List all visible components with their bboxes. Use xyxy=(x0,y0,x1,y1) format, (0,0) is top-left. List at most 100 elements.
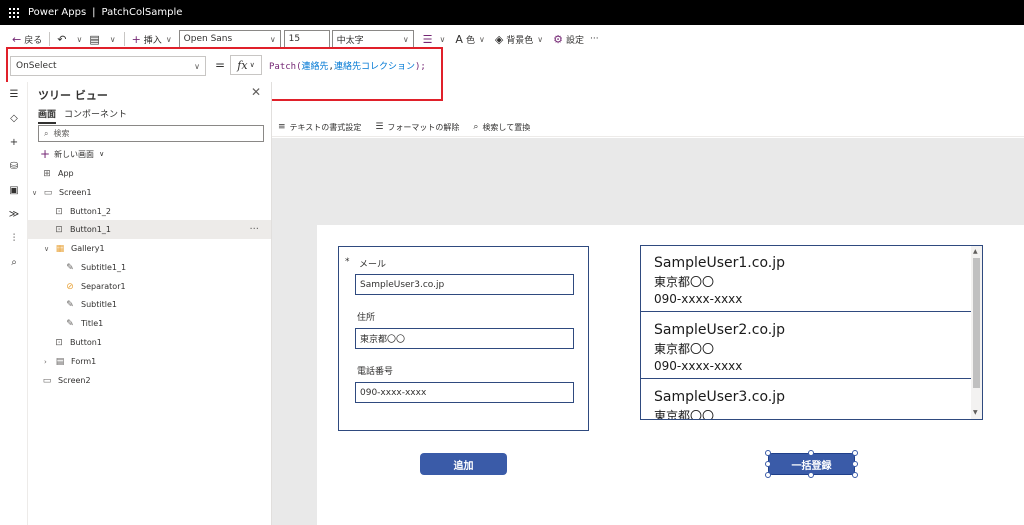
resize-handle[interactable] xyxy=(852,472,858,478)
back-button[interactable]: ← 戻る xyxy=(9,29,45,49)
search-icon[interactable]: ⌕ xyxy=(0,250,28,274)
form1[interactable]: * メール SampleUser3.co.jp 住所 東京都〇〇 電話番号 09… xyxy=(338,246,589,431)
scroll-up-icon[interactable]: ▲ xyxy=(973,248,978,255)
text-ribbon: ≡ テキストの書式設定 ☰ フォーマットの解除 ⌕ 検索して置換 xyxy=(272,118,1024,137)
new-screen-button[interactable]: + 新しい画面 ∨ xyxy=(40,147,104,161)
font-dropdown[interactable]: Open Sans ∨ xyxy=(178,29,281,49)
property-dropdown[interactable]: OnSelect ∨ xyxy=(10,56,206,76)
tree-item-subtitle1[interactable]: ✎ Subtitle1 xyxy=(28,295,271,314)
font-weight-value: 中太字 xyxy=(336,35,364,46)
power-automate-icon[interactable]: ≫ xyxy=(0,202,28,226)
media-icon[interactable]: ▣ xyxy=(0,178,28,202)
chevron-down-icon[interactable]: ∨ xyxy=(44,245,54,253)
tree-tabs: 画面 コンポーネント xyxy=(38,107,135,124)
gallery-icon: ▦ xyxy=(55,243,65,254)
scroll-down-icon[interactable]: ▼ xyxy=(973,409,978,416)
tree-item-app[interactable]: ⊞ App xyxy=(28,164,271,183)
app-launcher-icon[interactable] xyxy=(0,0,28,25)
tree-item-screen1[interactable]: ∨ ▭ Screen1 xyxy=(28,183,271,202)
tree-item-title1[interactable]: ✎ Title1 xyxy=(28,314,271,333)
gallery-item[interactable]: SampleUser1.co.jp 東京都〇〇 090-xxxx-xxxx xyxy=(641,246,972,312)
button-icon: ⊡ xyxy=(55,224,63,235)
resize-handle[interactable] xyxy=(765,472,771,478)
chevron-down-icon: ∨ xyxy=(537,34,544,44)
resize-handle[interactable] xyxy=(808,450,814,456)
app-name[interactable]: PatchColSample xyxy=(102,7,183,18)
separator-icon: ⊘ xyxy=(66,281,74,292)
resize-handle[interactable] xyxy=(765,450,771,456)
more-options-icon[interactable]: ··· xyxy=(249,224,259,235)
tree-item-separator1[interactable]: ⊘ Separator1 xyxy=(28,277,271,296)
font-size-input[interactable]: 15 xyxy=(283,29,330,49)
hamburger-icon[interactable]: ☰ xyxy=(0,82,28,106)
paste-button[interactable]: ▤ xyxy=(86,29,105,49)
address-field[interactable]: 東京都〇〇 xyxy=(355,328,574,349)
chevron-down-icon: ∨ xyxy=(165,34,172,44)
more-commands-button[interactable]: ··· xyxy=(587,29,602,49)
new-screen-label: 新しい画面 xyxy=(54,149,95,159)
find-replace-label: 検索して置換 xyxy=(482,122,531,132)
remove-format-button[interactable]: ☰ フォーマットの解除 xyxy=(375,122,459,133)
tree-item-form1[interactable]: › ▤ Form1 xyxy=(28,352,271,371)
plus-icon: + xyxy=(131,32,141,46)
tree-search-input[interactable]: ⌕ 検索 xyxy=(38,125,264,142)
remove-format-label: フォーマットの解除 xyxy=(387,122,460,132)
layers-icon[interactable]: ◇ xyxy=(0,106,28,130)
resize-handle[interactable] xyxy=(765,461,771,467)
settings-button[interactable]: ⚙ 設定 xyxy=(550,29,587,49)
formula-arg-datasource: 連絡先 xyxy=(301,62,329,72)
tree-item-button1[interactable]: ⊡ Button1 xyxy=(28,333,271,352)
background-color-button[interactable]: ◈ 背景色 ∨ xyxy=(492,29,550,49)
font-color-icon: A xyxy=(455,32,463,46)
variables-icon[interactable]: ⫶ xyxy=(0,226,28,250)
tree-item-gallery1[interactable]: ∨ ▦ Gallery1 xyxy=(28,239,271,258)
settings-label: 設定 xyxy=(566,35,585,46)
gallery-item-title: SampleUser2.co.jp xyxy=(654,322,786,338)
formula-input[interactable]: Patch(連絡先,連絡先コレクション); xyxy=(269,59,426,72)
chevron-down-icon[interactable]: ∨ xyxy=(32,189,42,197)
search-icon: ⌕ xyxy=(473,122,479,132)
align-button[interactable]: ☰ ∨ xyxy=(420,29,453,49)
app-icon: ⊞ xyxy=(43,168,51,179)
tree-item-label: Separator1 xyxy=(81,282,126,291)
font-weight-dropdown[interactable]: 中太字 ∨ xyxy=(331,29,414,49)
gallery-item[interactable]: SampleUser2.co.jp 東京都〇〇 090-xxxx-xxxx xyxy=(641,313,972,379)
insert-button[interactable]: + 挿入 ∨ xyxy=(129,29,179,49)
divider xyxy=(123,32,125,46)
resize-handle[interactable] xyxy=(808,472,814,478)
find-replace-button[interactable]: ⌕ 検索して置換 xyxy=(473,122,530,133)
back-label: 戻る xyxy=(24,35,43,46)
resize-handle[interactable] xyxy=(852,450,858,456)
tab-components[interactable]: コンポーネント xyxy=(64,107,127,124)
tree-item-label: Form1 xyxy=(71,357,97,366)
add-button[interactable]: 追加 xyxy=(420,453,507,475)
gear-icon: ⚙ xyxy=(553,32,564,46)
email-field[interactable]: SampleUser3.co.jp xyxy=(355,274,574,295)
close-icon[interactable]: ✕ xyxy=(251,85,261,99)
scrollbar-thumb[interactable] xyxy=(973,258,980,388)
chevron-down-icon[interactable]: ∨ xyxy=(76,35,82,44)
tab-screens[interactable]: 画面 xyxy=(38,107,57,124)
chevron-right-icon[interactable]: › xyxy=(44,358,54,366)
gallery-item-address: 東京都〇〇 xyxy=(654,409,715,420)
fx-button[interactable]: fx ∨ xyxy=(230,55,262,75)
screen-icon: ▭ xyxy=(42,375,52,386)
tree-item-button1-2[interactable]: ⊡ Button1_2 xyxy=(28,202,271,221)
color-button[interactable]: A 色 ∨ xyxy=(452,29,491,49)
phone-field[interactable]: 090-xxxx-xxxx xyxy=(355,382,574,403)
tree-item-screen2[interactable]: ▭ Screen2 xyxy=(28,371,271,390)
gallery1[interactable]: SampleUser1.co.jp 東京都〇〇 090-xxxx-xxxx Sa… xyxy=(640,245,983,420)
format-text-button[interactable]: ≡ テキストの書式設定 xyxy=(278,122,361,133)
gallery-item[interactable]: SampleUser3.co.jp 東京都〇〇 xyxy=(641,380,972,420)
tree-item-button1-1[interactable]: ⊡ Button1_1 ··· xyxy=(28,220,271,239)
chevron-down-icon[interactable]: ∨ xyxy=(110,35,116,44)
undo-button[interactable]: ↶ xyxy=(54,29,72,49)
tree-item-label: Screen2 xyxy=(58,376,91,385)
plus-icon[interactable]: + xyxy=(0,130,28,154)
tree-item-subtitle1-1[interactable]: ✎ Subtitle1_1 xyxy=(28,258,271,277)
label-icon: ✎ xyxy=(66,299,74,310)
gallery-scrollbar[interactable]: ▲ ▼ xyxy=(971,246,982,419)
database-icon[interactable]: ⛁ xyxy=(0,154,28,178)
chevron-down-icon: ∨ xyxy=(249,61,255,69)
resize-handle[interactable] xyxy=(852,461,858,467)
